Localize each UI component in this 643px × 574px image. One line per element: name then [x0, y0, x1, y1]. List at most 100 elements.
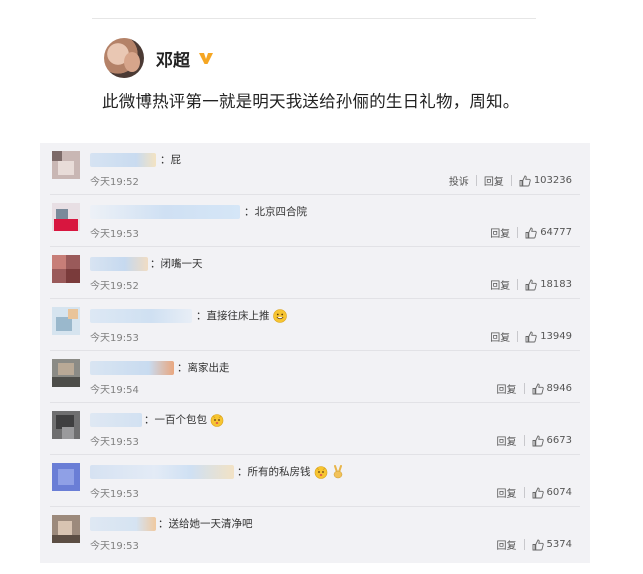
comment-item: ：闭嘴一天 今天19:52 回复 18183 [40, 247, 590, 299]
comment-actions: 回复 6673 [497, 433, 572, 448]
comment-time: 今天19:53 [90, 541, 139, 552]
like-button[interactable]: 64777 [525, 227, 572, 239]
reply-button[interactable]: 回复 [497, 381, 517, 396]
comment-text: ：屁 [160, 152, 181, 167]
comment-time: 今天19:54 [90, 385, 139, 396]
comment-text: ：闭嘴一天 [150, 256, 203, 271]
top-divider [92, 18, 536, 19]
blurred-username [90, 413, 142, 427]
avatar[interactable] [52, 307, 80, 335]
comment-item: ：北京四合院 今天19:53 回复 64777 [40, 195, 590, 247]
like-count: 13949 [540, 331, 572, 342]
comment-item: ：所有的私房钱 今天19:53 回复 6074 [40, 455, 590, 507]
reply-button[interactable]: 回复 [490, 329, 510, 344]
like-count: 64777 [540, 227, 572, 238]
comment-text-content: ：直接往床上推 [196, 310, 270, 322]
divider [510, 175, 512, 186]
comment-actions: 回复 8946 [497, 381, 572, 396]
avatar[interactable] [52, 203, 80, 231]
thumbs-up-icon [525, 331, 537, 342]
divider [517, 331, 519, 342]
comment-actions: 回复 5374 [497, 537, 572, 552]
comment-time: 今天19:53 [90, 333, 139, 344]
comment-text-content: ：屁 [160, 154, 181, 166]
thumbs-up-icon [532, 539, 544, 550]
report-button[interactable]: 投诉 [449, 173, 469, 188]
comment-actions: 回复 13949 [490, 329, 572, 344]
comment-time: 今天19:52 [90, 281, 139, 292]
comment-item: ：离家出走 今天19:54 回复 8946 [40, 351, 590, 403]
comment-item: ：送给她一天清净吧 今天19:53 回复 5374 [40, 507, 590, 559]
avatar[interactable] [52, 463, 80, 491]
avatar[interactable] [52, 151, 80, 179]
blurred-username [90, 309, 192, 323]
author-name[interactable]: 邓超 [156, 46, 190, 71]
comment-text-content: ：闭嘴一天 [150, 258, 203, 270]
comments-panel: ：屁 今天19:52 投诉 回复 103236 ：北京四合院 今天19:53 回… [40, 143, 590, 563]
reply-button[interactable]: 回复 [484, 173, 504, 188]
cute-face-emoji-icon [210, 413, 224, 427]
like-count: 6074 [546, 487, 572, 498]
avatar[interactable] [52, 359, 80, 387]
comment-text: ：送给她一天清净吧 [158, 516, 253, 531]
reply-button[interactable]: 回复 [490, 225, 510, 240]
avatar[interactable] [52, 255, 80, 283]
blurred-username [90, 517, 156, 531]
comment-text-content: ：送给她一天清净吧 [158, 518, 253, 530]
comment-actions: 回复 18183 [490, 277, 572, 292]
divider [523, 487, 525, 498]
like-count: 8946 [546, 383, 572, 394]
grin-emoji-icon [272, 308, 287, 323]
like-count: 5374 [546, 539, 572, 550]
like-button[interactable]: 103236 [519, 175, 572, 187]
blurred-username [90, 205, 240, 219]
comment-text: ：直接往床上推 [196, 308, 287, 323]
comment-item: ：直接往床上推 今天19:53 回复 13949 [40, 299, 590, 351]
avatar[interactable] [104, 38, 144, 78]
blurred-username [90, 465, 234, 479]
comment-item: ：一百个包包 今天19:53 回复 6673 [40, 403, 590, 455]
avatar[interactable] [52, 411, 80, 439]
comment-text-content: ：一百个包包 [144, 414, 207, 426]
cute-face-emoji-icon [314, 465, 327, 479]
weibo-post: 邓超 此微博热评第一就是明天我送给孙俪的生日礼物，周知。 [102, 38, 604, 112]
avatar[interactable] [52, 515, 80, 543]
divider [475, 175, 477, 186]
like-button[interactable]: 8946 [532, 383, 572, 395]
like-button[interactable]: 6673 [532, 435, 572, 447]
comment-text-content: ：离家出走 [177, 362, 230, 374]
divider [523, 383, 525, 394]
blurred-username [90, 257, 148, 271]
reply-button[interactable]: 回复 [497, 537, 517, 552]
comment-time: 今天19:53 [90, 229, 139, 240]
verified-v-icon [198, 50, 214, 66]
comment-text: ：所有的私房钱 [237, 464, 345, 479]
divider [523, 539, 525, 550]
like-count: 6673 [546, 435, 572, 446]
divider [517, 279, 519, 290]
author-row: 邓超 [104, 38, 604, 78]
comment-text: ：一百个包包 [144, 412, 224, 427]
comment-actions: 回复 64777 [490, 225, 572, 240]
divider [523, 435, 525, 446]
comment-time: 今天19:53 [90, 489, 139, 500]
like-button[interactable]: 6074 [532, 487, 572, 499]
like-count: 103236 [533, 175, 572, 186]
thumbs-up-icon [532, 487, 544, 498]
comment-text: ：离家出走 [177, 360, 230, 375]
comment-time: 今天19:53 [90, 437, 139, 448]
divider [517, 227, 519, 238]
reply-button[interactable]: 回复 [497, 433, 517, 448]
comment-actions: 投诉 回复 103236 [449, 173, 572, 188]
reply-button[interactable]: 回复 [490, 277, 510, 292]
blurred-username [90, 361, 174, 375]
victory-hand-emoji-icon [333, 464, 342, 478]
reply-button[interactable]: 回复 [497, 485, 517, 500]
blurred-username [90, 153, 156, 167]
thumbs-up-icon [525, 279, 537, 290]
thumbs-up-icon [525, 227, 537, 238]
like-button[interactable]: 5374 [532, 539, 572, 551]
like-button[interactable]: 13949 [525, 331, 572, 343]
like-button[interactable]: 18183 [525, 279, 572, 291]
like-count: 18183 [540, 279, 572, 290]
